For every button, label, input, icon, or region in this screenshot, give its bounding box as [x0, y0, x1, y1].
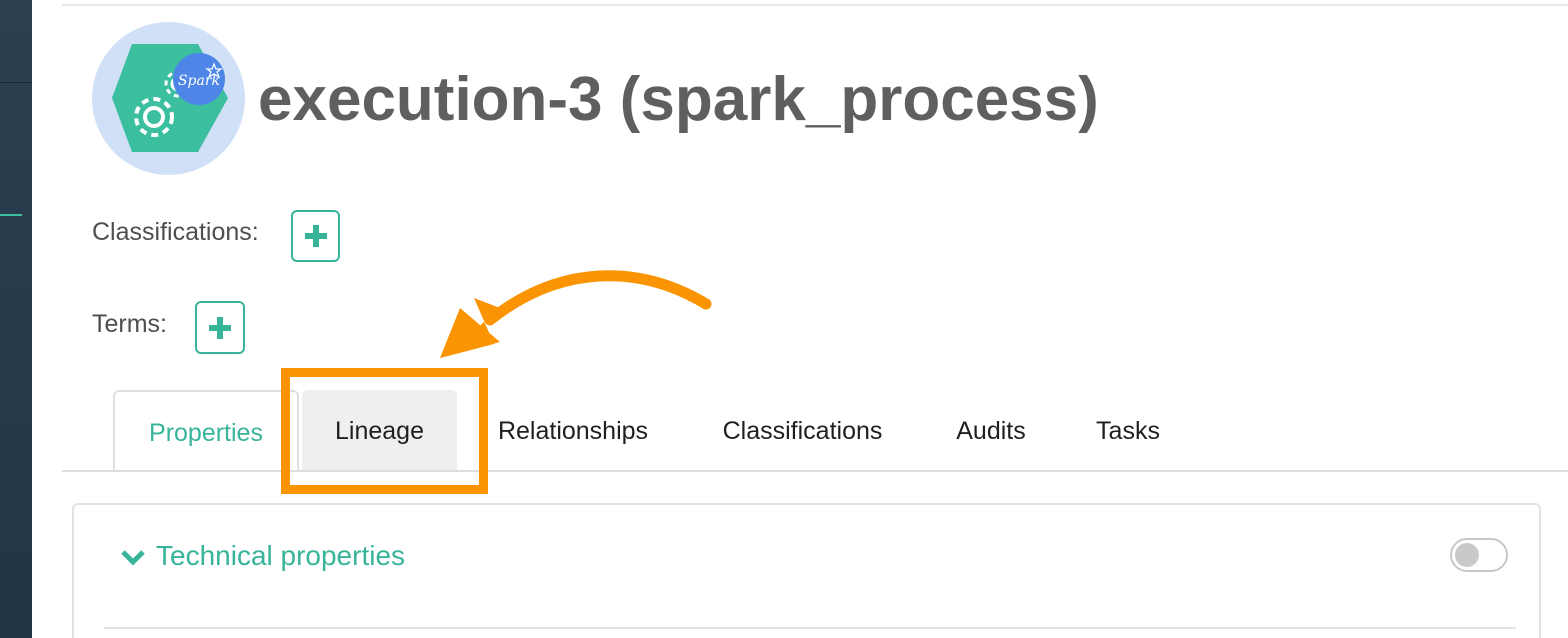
- classifications-label: Classifications:: [92, 218, 259, 246]
- toggle-knob: [1455, 543, 1479, 567]
- page-title: execution-3 (spark_process): [258, 65, 1099, 134]
- sidebar-separator: [0, 82, 32, 83]
- tab-tasks[interactable]: Tasks: [1078, 390, 1178, 472]
- terms-label: Terms:: [92, 310, 167, 338]
- plus-icon: [304, 225, 327, 247]
- entity-detail-page: Spark execution-3 (spark_process) Classi…: [0, 0, 1568, 638]
- spark-badge-text: Spark: [178, 73, 220, 89]
- panel-title[interactable]: Technical properties: [156, 539, 405, 573]
- tab-properties[interactable]: Properties: [113, 390, 299, 472]
- spark-process-gear-icon: Spark: [92, 22, 245, 175]
- tab-relationships[interactable]: Relationships: [478, 390, 668, 472]
- sidebar-active-indicator: [0, 214, 22, 216]
- annotation-arrow-icon: [440, 270, 712, 358]
- tab-audits[interactable]: Audits: [935, 390, 1047, 472]
- lineage-highlight-box: [281, 368, 488, 494]
- add-term-button[interactable]: [195, 301, 245, 354]
- left-nav-sidebar: [0, 0, 32, 638]
- top-divider: [62, 4, 1568, 6]
- technical-properties-toggle[interactable]: [1450, 538, 1508, 572]
- tab-classifications[interactable]: Classifications: [700, 390, 905, 472]
- add-classification-button[interactable]: [291, 210, 340, 262]
- panel-divider: [104, 627, 1516, 629]
- technical-properties-panel: Technical properties: [72, 503, 1541, 638]
- plus-icon: [209, 316, 231, 339]
- chevron-down-icon[interactable]: [120, 549, 146, 567]
